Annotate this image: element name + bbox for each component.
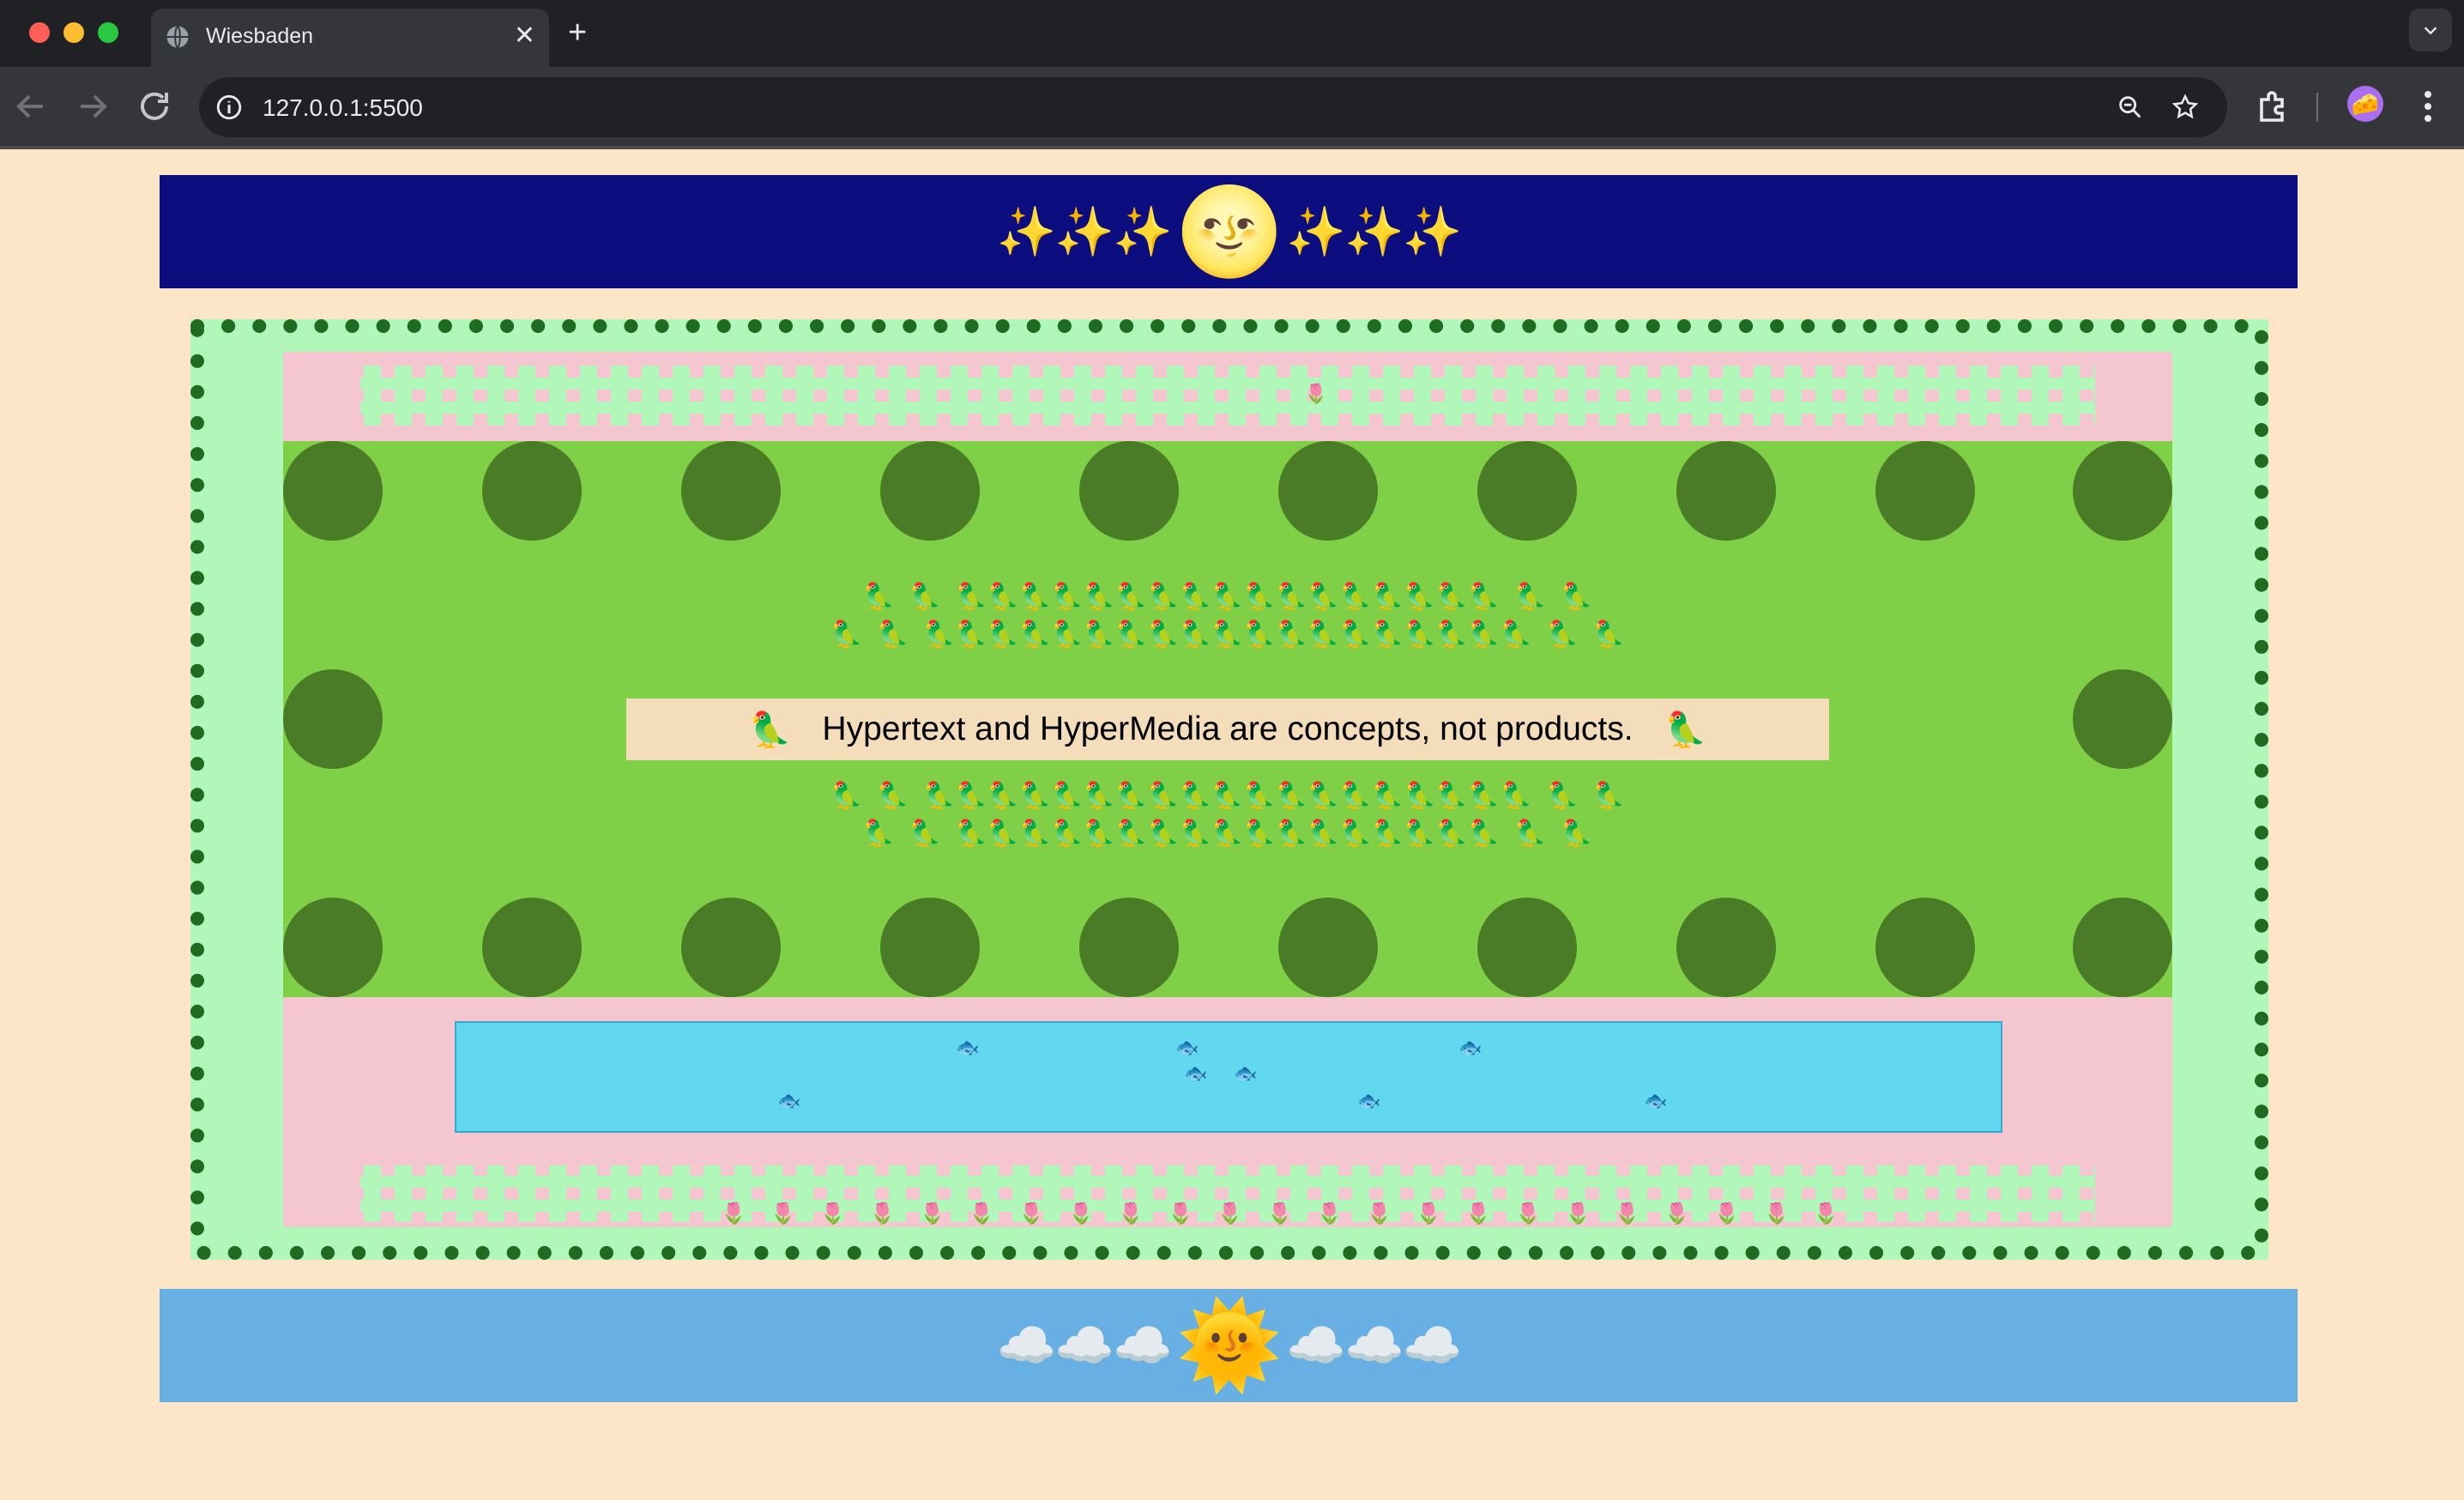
close-icon[interactable]: ✕ <box>514 21 535 51</box>
tree <box>880 441 980 541</box>
parrot-row: 🦜 🦜 🦜🦜🦜🦜🦜🦜🦜🦜🦜🦜🦜🦜🦜🦜🦜🦜🦜 🦜 🦜 <box>862 583 1593 611</box>
browser-toolbar: 127.0.0.1:5500 🧀 <box>0 67 2464 146</box>
tree <box>1477 898 1577 997</box>
tree <box>880 898 980 997</box>
zoom-icon[interactable] <box>2116 93 2145 122</box>
tree <box>1079 441 1179 541</box>
tree <box>1477 441 1577 541</box>
moon-icon: 🌝 <box>1175 183 1283 280</box>
parrot-icon: 🦜 <box>1664 711 1707 749</box>
tree <box>1278 898 1378 997</box>
globe-icon <box>166 25 189 49</box>
tab-strip: Wiesbaden ✕ + <box>0 0 2464 67</box>
chevron-down-icon <box>2424 27 2437 35</box>
flowerbed: 🌷 🦜 🦜 🦜🦜🦜🦜🦜🦜🦜🦜🦜🦜🦜🦜🦜🦜🦜🦜🦜 🦜 🦜 🦜 🦜 🦜🦜🦜🦜🦜🦜🦜🦜… <box>283 352 2172 1227</box>
night-sky-banner: ✨✨✨ 🌝 ✨✨✨ <box>160 175 2298 288</box>
fish-icon: 🐟 <box>777 1090 801 1111</box>
reload-icon[interactable] <box>134 86 175 127</box>
tree <box>681 898 781 997</box>
tree <box>482 441 582 541</box>
pond: 🐟 🐟 🐟 🐟 🐟 🐟 🐟 🐟 <box>455 1021 2002 1133</box>
tree <box>1676 898 1776 997</box>
tree <box>482 898 582 997</box>
bookmark-star-icon[interactable] <box>2171 93 2200 122</box>
new-tab-button[interactable]: + <box>568 15 587 50</box>
address-bar[interactable]: 127.0.0.1:5500 <box>199 77 2227 137</box>
garden: 🌷 🦜 🦜 🦜🦜🦜🦜🦜🦜🦜🦜🦜🦜🦜🦜🦜🦜🦜🦜🦜 🦜 🦜 🦜 🦜 🦜🦜🦜🦜🦜🦜🦜🦜… <box>190 319 2268 1260</box>
fish-icon: 🐟 <box>1175 1037 1199 1058</box>
fish-icon: 🐟 <box>956 1037 980 1058</box>
clouds-left: ☁️☁️☁️ <box>996 1318 1173 1372</box>
site-info-icon[interactable] <box>214 93 244 122</box>
tree <box>2073 669 2172 769</box>
fish-icon: 🐟 <box>1458 1037 1483 1058</box>
profile-avatar[interactable]: 🧀 <box>2347 86 2383 122</box>
fish-icon: 🐟 <box>1644 1090 1668 1111</box>
fish-icon: 🐟 <box>1357 1090 1381 1111</box>
url-text[interactable]: 127.0.0.1:5500 <box>263 94 423 122</box>
tree <box>1875 898 1975 997</box>
tree <box>283 441 383 541</box>
quote-banner: 🦜 Hypertext and HyperMedia are concepts,… <box>626 699 1829 760</box>
tree <box>1676 441 1776 541</box>
tree <box>1278 441 1378 541</box>
sun-icon: 🌞 <box>1175 1297 1283 1394</box>
window-maximize-button[interactable] <box>98 22 118 43</box>
toolbar-divider <box>2316 93 2318 122</box>
parrot-row: 🦜 🦜 🦜🦜🦜🦜🦜🦜🦜🦜🦜🦜🦜🦜🦜🦜🦜🦜🦜🦜🦜 🦜 🦜 <box>830 620 1625 649</box>
tab-title: Wiesbaden <box>206 24 314 48</box>
tree <box>283 669 383 769</box>
toolbar-shadow <box>0 146 2464 149</box>
top-picket-fence <box>360 366 2095 426</box>
tree <box>1079 898 1179 997</box>
tree <box>681 441 781 541</box>
quote-text: Hypertext and HyperMedia are concepts, n… <box>822 711 1634 747</box>
tree <box>2073 898 2172 997</box>
tab-search-button[interactable] <box>2409 9 2452 51</box>
fish-icon: 🐟 <box>1234 1062 1258 1084</box>
sparkles-right: ✨✨✨ <box>1286 204 1462 258</box>
sparkles-left: ✨✨✨ <box>996 204 1173 258</box>
parrot-row: 🦜 🦜 🦜🦜🦜🦜🦜🦜🦜🦜🦜🦜🦜🦜🦜🦜🦜🦜🦜🦜🦜 🦜 🦜 <box>830 782 1625 810</box>
parrot-row: 🦜 🦜 🦜🦜🦜🦜🦜🦜🦜🦜🦜🦜🦜🦜🦜🦜🦜🦜🦜 🦜 🦜 <box>862 820 1593 848</box>
window-close-button[interactable] <box>29 22 50 43</box>
lawn: 🦜 🦜 🦜🦜🦜🦜🦜🦜🦜🦜🦜🦜🦜🦜🦜🦜🦜🦜🦜 🦜 🦜 🦜 🦜 🦜🦜🦜🦜🦜🦜🦜🦜🦜🦜… <box>283 441 2172 997</box>
parrot-icon: 🦜 <box>748 711 792 749</box>
extensions-icon[interactable] <box>2253 86 2294 127</box>
fish-icon: 🐟 <box>1184 1062 1208 1084</box>
tree <box>1875 441 1975 541</box>
tree <box>283 898 383 997</box>
clouds-right: ☁️☁️☁️ <box>1286 1318 1462 1372</box>
more-menu-icon[interactable] <box>2407 86 2449 127</box>
tulip-row: 🌷🌷🌷🌷🌷🌷🌷🌷🌷🌷🌷🌷🌷🌷🌷🌷🌷🌷🌷🌷🌷🌷🌷 <box>721 1202 1863 1225</box>
back-arrow-icon[interactable] <box>10 86 51 127</box>
tulip-icon: 🌷 <box>1304 383 1328 404</box>
day-sky-banner: ☁️☁️☁️ 🌞 ☁️☁️☁️ <box>160 1289 2298 1402</box>
forward-arrow-icon[interactable] <box>72 86 113 127</box>
tab-wiesbaden[interactable]: Wiesbaden ✕ <box>151 9 549 67</box>
window-minimize-button[interactable] <box>63 22 84 43</box>
tree <box>2073 441 2172 541</box>
